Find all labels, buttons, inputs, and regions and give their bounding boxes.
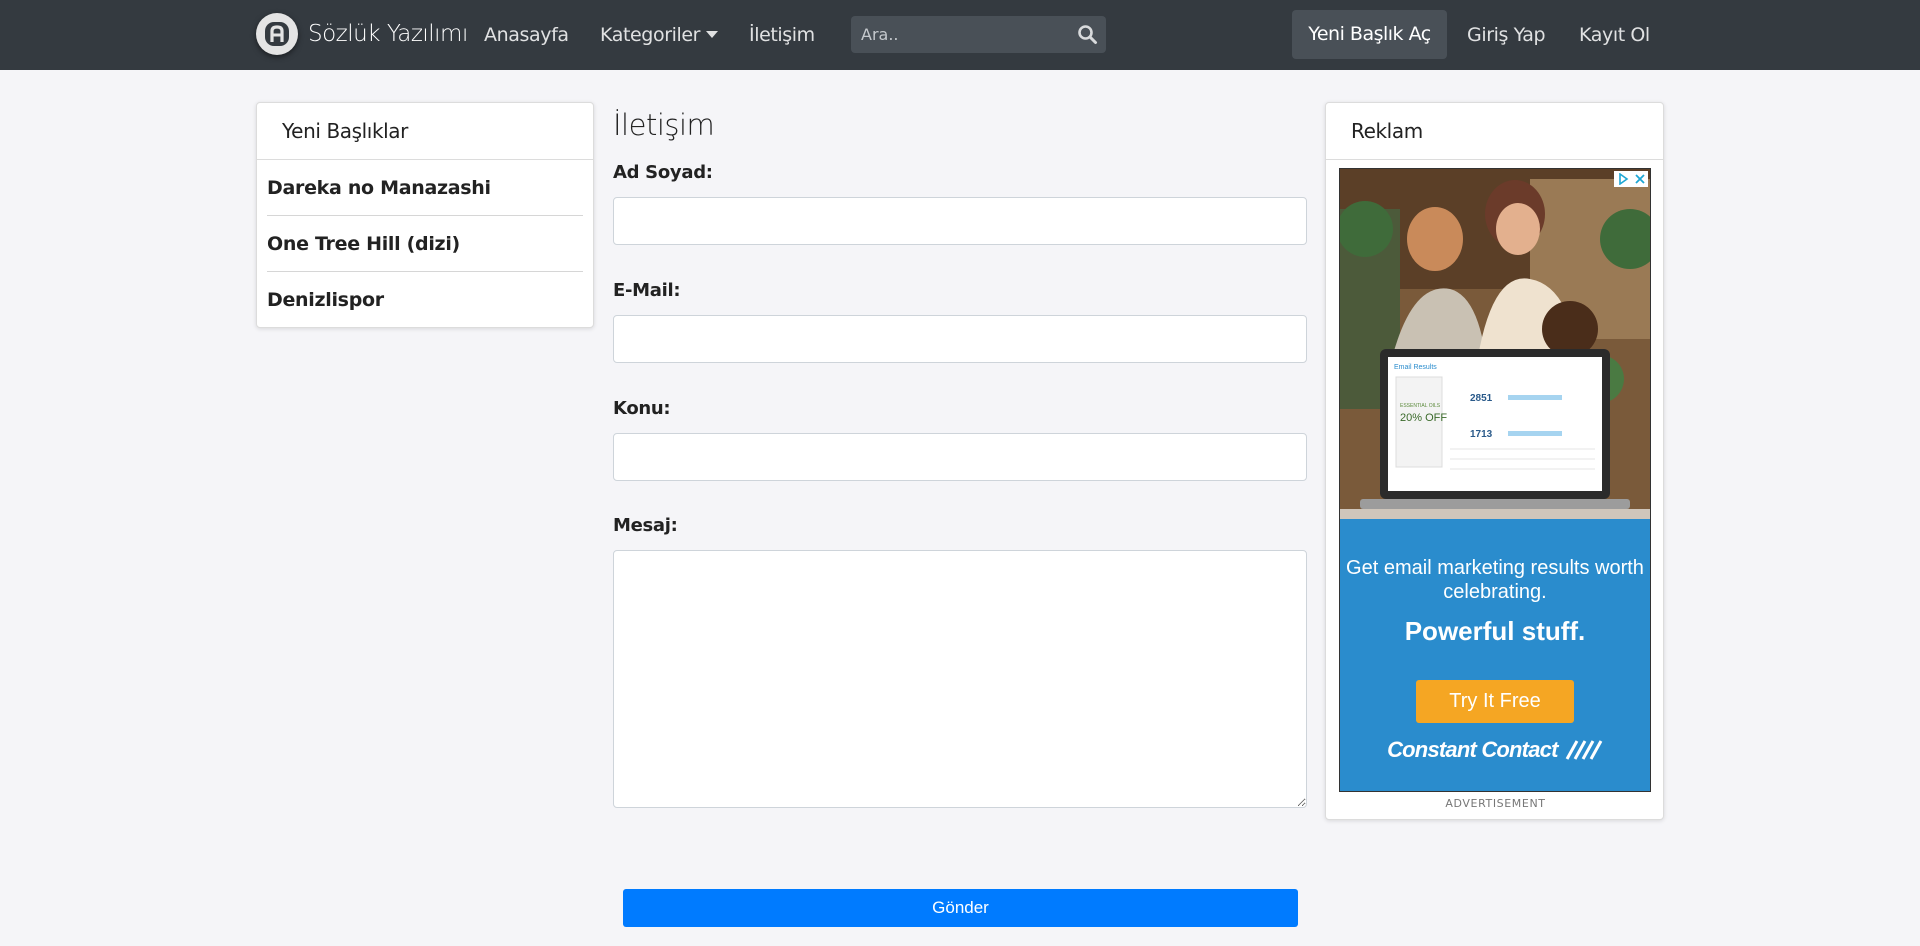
chevron-down-icon [706, 31, 719, 38]
search-input[interactable] [851, 16, 1071, 53]
new-topics-list: Dareka no Manazashi One Tree Hill (dizi)… [257, 160, 593, 328]
ad-mock-title: Email Results [1394, 364, 1437, 371]
register-link[interactable]: Kayıt Ol [1579, 0, 1650, 70]
message-label: Mesaj: [613, 515, 678, 536]
nav-categories-dropdown[interactable]: Kategoriler [600, 0, 719, 70]
topic-link[interactable]: One Tree Hill (dizi) [267, 216, 583, 272]
email-label: E-Mail: [613, 280, 681, 301]
search-icon[interactable] [1077, 24, 1098, 45]
message-field[interactable] [613, 550, 1307, 808]
navbar: Sözlük Yazılımı Anasayfa Kategoriler İle… [0, 0, 1920, 70]
brand-name: Sözlük Yazılımı [308, 21, 468, 47]
topic-link[interactable]: Dareka no Manazashi [267, 160, 583, 216]
ad-brand-logo: Constant Contact [1340, 737, 1650, 763]
nav-home[interactable]: Anasayfa [484, 0, 569, 70]
close-icon [1634, 174, 1645, 184]
ad-mock-offer-top: ESSENTIAL OILS [1400, 403, 1441, 409]
ad-headline: Get email marketing results worth celebr… [1346, 557, 1644, 603]
new-topic-button[interactable]: Yeni Başlık Aç [1292, 10, 1447, 59]
ad-label: ADVERTISEMENT [1445, 797, 1546, 810]
ad-mock-stat-2: 1713 [1470, 429, 1493, 440]
new-topics-card: Yeni Başlıklar Dareka no Manazashi One T… [256, 102, 594, 328]
email-field[interactable] [613, 315, 1307, 363]
ad-mock-offer: 20% OFF [1400, 412, 1447, 424]
subject-label: Konu: [613, 398, 671, 419]
new-topics-title: Yeni Başlıklar [257, 103, 593, 160]
brand-logo-icon [256, 13, 298, 55]
name-field[interactable] [613, 197, 1307, 245]
name-label: Ad Soyad: [613, 162, 713, 183]
nav-categories-label: Kategoriler [600, 24, 701, 46]
topic-link[interactable]: Denizlispor [267, 272, 583, 328]
ad-banner[interactable]: Email Results ESSENTIAL OILS 20% OFF 285… [1339, 168, 1651, 792]
ad-text-panel: Get email marketing results worth celebr… [1340, 519, 1650, 791]
ad-cta-button[interactable]: Try It Free [1416, 680, 1574, 723]
brand-link[interactable]: Sözlük Yazılımı [256, 12, 468, 56]
ad-tagline: Powerful stuff. [1404, 616, 1586, 646]
ad-card: Reklam Email Results ESSENTIAL OILS 20% … [1325, 102, 1664, 820]
submit-button[interactable]: Gönder [623, 889, 1298, 927]
page-title: İletişim [613, 108, 715, 142]
ad-image: Email Results ESSENTIAL OILS 20% OFF 285… [1340, 169, 1650, 519]
nav-contact[interactable]: İletişim [749, 0, 815, 70]
ad-card-title: Reklam [1326, 103, 1663, 160]
ad-choices-icon[interactable] [1614, 171, 1648, 187]
ad-brand-name: Constant Contact [1387, 737, 1558, 762]
ad-mock-stat-1: 2851 [1470, 393, 1493, 404]
constant-contact-logo-icon [1565, 740, 1603, 760]
ad-info-icon [1618, 173, 1628, 185]
search-box [851, 16, 1106, 53]
subject-field[interactable] [613, 433, 1307, 481]
login-link[interactable]: Giriş Yap [1467, 0, 1546, 70]
